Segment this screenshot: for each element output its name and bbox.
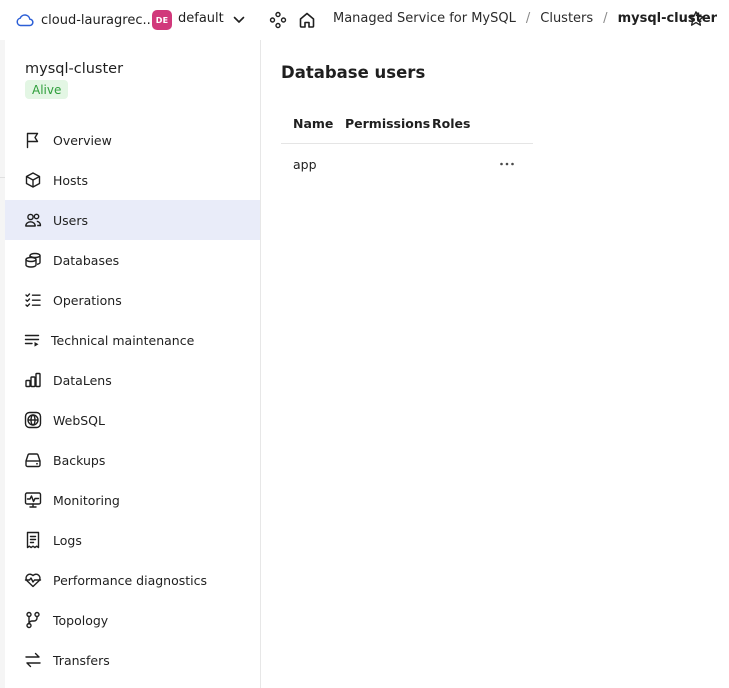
sidebar-item-label: Logs [53,532,82,548]
breadcrumb-separator: / [525,11,531,26]
sidebar-item-label: Topology [53,612,109,628]
sidebar-item-backups[interactable]: Backups [5,440,260,480]
heart-pulse-icon [24,571,42,589]
branch-icon [24,611,42,629]
sidebar-item-technical-maintenance[interactable]: Technical maintenance [5,320,260,360]
column-header-permissions[interactable]: Permissions [345,116,432,131]
chevron-down-icon[interactable] [231,11,247,29]
sidebar-item-label: DataLens [53,372,112,388]
users-icon [24,211,42,229]
databases-icon [24,251,42,269]
user-name-cell: app [293,156,317,172]
sidebar-item-hosts[interactable]: Hosts [5,160,260,200]
sidebar-item-label: Backups [53,452,106,468]
cloud-icon [15,10,35,30]
cloud-name: cloud-lauragrec... [41,12,155,28]
sidebar-item-label: Operations [53,292,122,308]
breadcrumb-clusters[interactable]: Clusters [540,11,593,26]
list-check-icon [24,291,42,309]
bar-chart-icon [24,371,42,389]
breadcrumb-separator: / [603,11,608,26]
main-content: Database users Name Permissions Roles ap… [261,40,729,688]
star-icon[interactable] [687,10,705,28]
sidebar-item-label: Transfers [53,652,110,668]
flag-icon [24,131,42,149]
users-table: Name Permissions Roles app [281,104,533,184]
sidebar-item-operations[interactable]: Operations [5,280,260,320]
sidebar-item-label: Hosts [53,172,88,188]
sidebar-item-users[interactable]: Users [5,200,260,240]
cluster-name: mysql-cluster [25,61,124,77]
sidebar-nav: Overview Hosts Users Databases Operation… [5,120,260,680]
sidebar-item-label: Technical maintenance [51,332,195,348]
sidebar-item-label: WebSQL [53,412,105,428]
sidebar-item-topology[interactable]: Topology [5,600,260,640]
folder-selector[interactable]: default [178,11,224,26]
sidebar-item-label: Performance diagnostics [53,572,208,588]
sidebar-item-logs[interactable]: Logs [5,520,260,560]
sidebar-item-performance-diagnostics[interactable]: Performance diagnostics [5,560,260,600]
sidebar-item-transfers[interactable]: Transfers [5,640,260,680]
breadcrumb-service[interactable]: Managed Service for MySQL [333,11,516,26]
sidebar-item-websql[interactable]: WebSQL [5,400,260,440]
folder-avatar[interactable]: DE [152,10,172,30]
sidebar-item-databases[interactable]: Databases [5,240,260,280]
home-icon[interactable] [297,10,317,30]
arrows-exchange-icon [24,651,42,669]
table-row[interactable]: app [281,144,533,184]
sidebar: mysql-cluster Alive Overview Hosts Users… [5,40,261,688]
sidebar-item-label: Users [53,212,89,228]
column-header-name[interactable]: Name [281,116,345,131]
hdd-icon [24,451,42,469]
cloud-selector[interactable]: cloud-lauragrec... [15,10,155,30]
globe-icon [24,411,42,429]
more-actions-icon[interactable] [495,156,519,172]
sidebar-item-label: Overview [53,132,112,148]
sidebar-item-overview[interactable]: Overview [5,120,260,160]
services-icon[interactable] [269,11,287,29]
monitor-pulse-icon [24,491,42,509]
sidebar-item-datalens[interactable]: DataLens [5,360,260,400]
sidebar-item-monitoring[interactable]: Monitoring [5,480,260,520]
sidebar-item-label: Databases [53,252,120,268]
sidebar-item-label: Monitoring [53,492,120,508]
table-header: Name Permissions Roles [281,104,533,144]
breadcrumb: Managed Service for MySQL / Clusters / m… [333,11,717,26]
top-bar: cloud-lauragrec... DE default Managed Se… [0,0,729,40]
page-title: Database users [281,63,426,82]
receipt-icon [24,531,42,549]
status-badge: Alive [25,80,69,99]
list-play-icon [23,331,41,349]
column-header-roles[interactable]: Roles [432,116,492,131]
cube-icon [24,171,42,189]
